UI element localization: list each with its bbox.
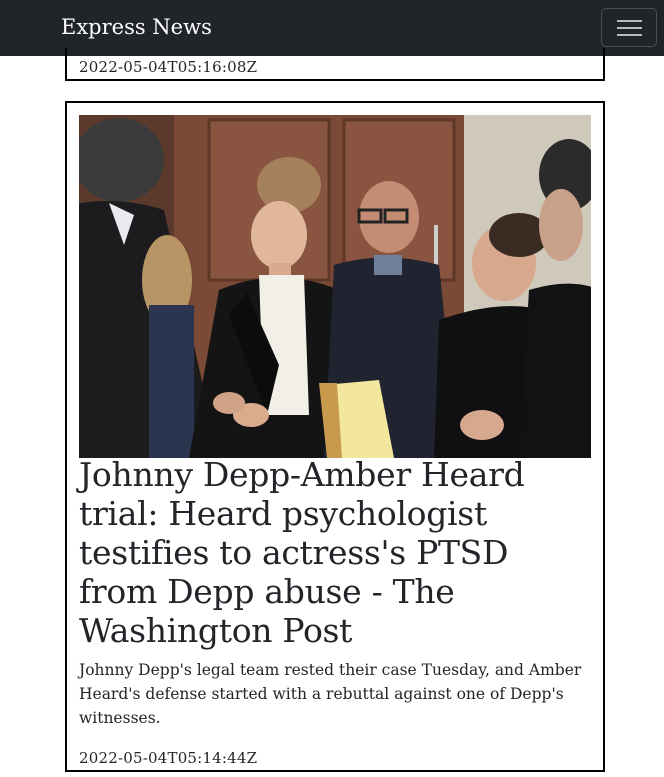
article-description: Johnny Depp's legal team rested their ca… (79, 661, 582, 727)
article-image[interactable] (79, 115, 591, 458)
article-timestamp: 2022-05-04T05:16:08Z (79, 58, 258, 76)
navbar-toggle-button[interactable] (601, 8, 657, 47)
previous-article-card[interactable]: 2022-05-04T05:16:08Z (65, 48, 605, 81)
article-headline[interactable]: Johnny Depp-Amber Heard trial: Heard psy… (79, 455, 595, 650)
brand-link[interactable]: Express News (61, 13, 212, 41)
article-timestamp: 2022-05-04T05:14:44Z (79, 749, 258, 767)
article-card[interactable]: Johnny Depp-Amber Heard trial: Heard psy… (65, 101, 605, 772)
